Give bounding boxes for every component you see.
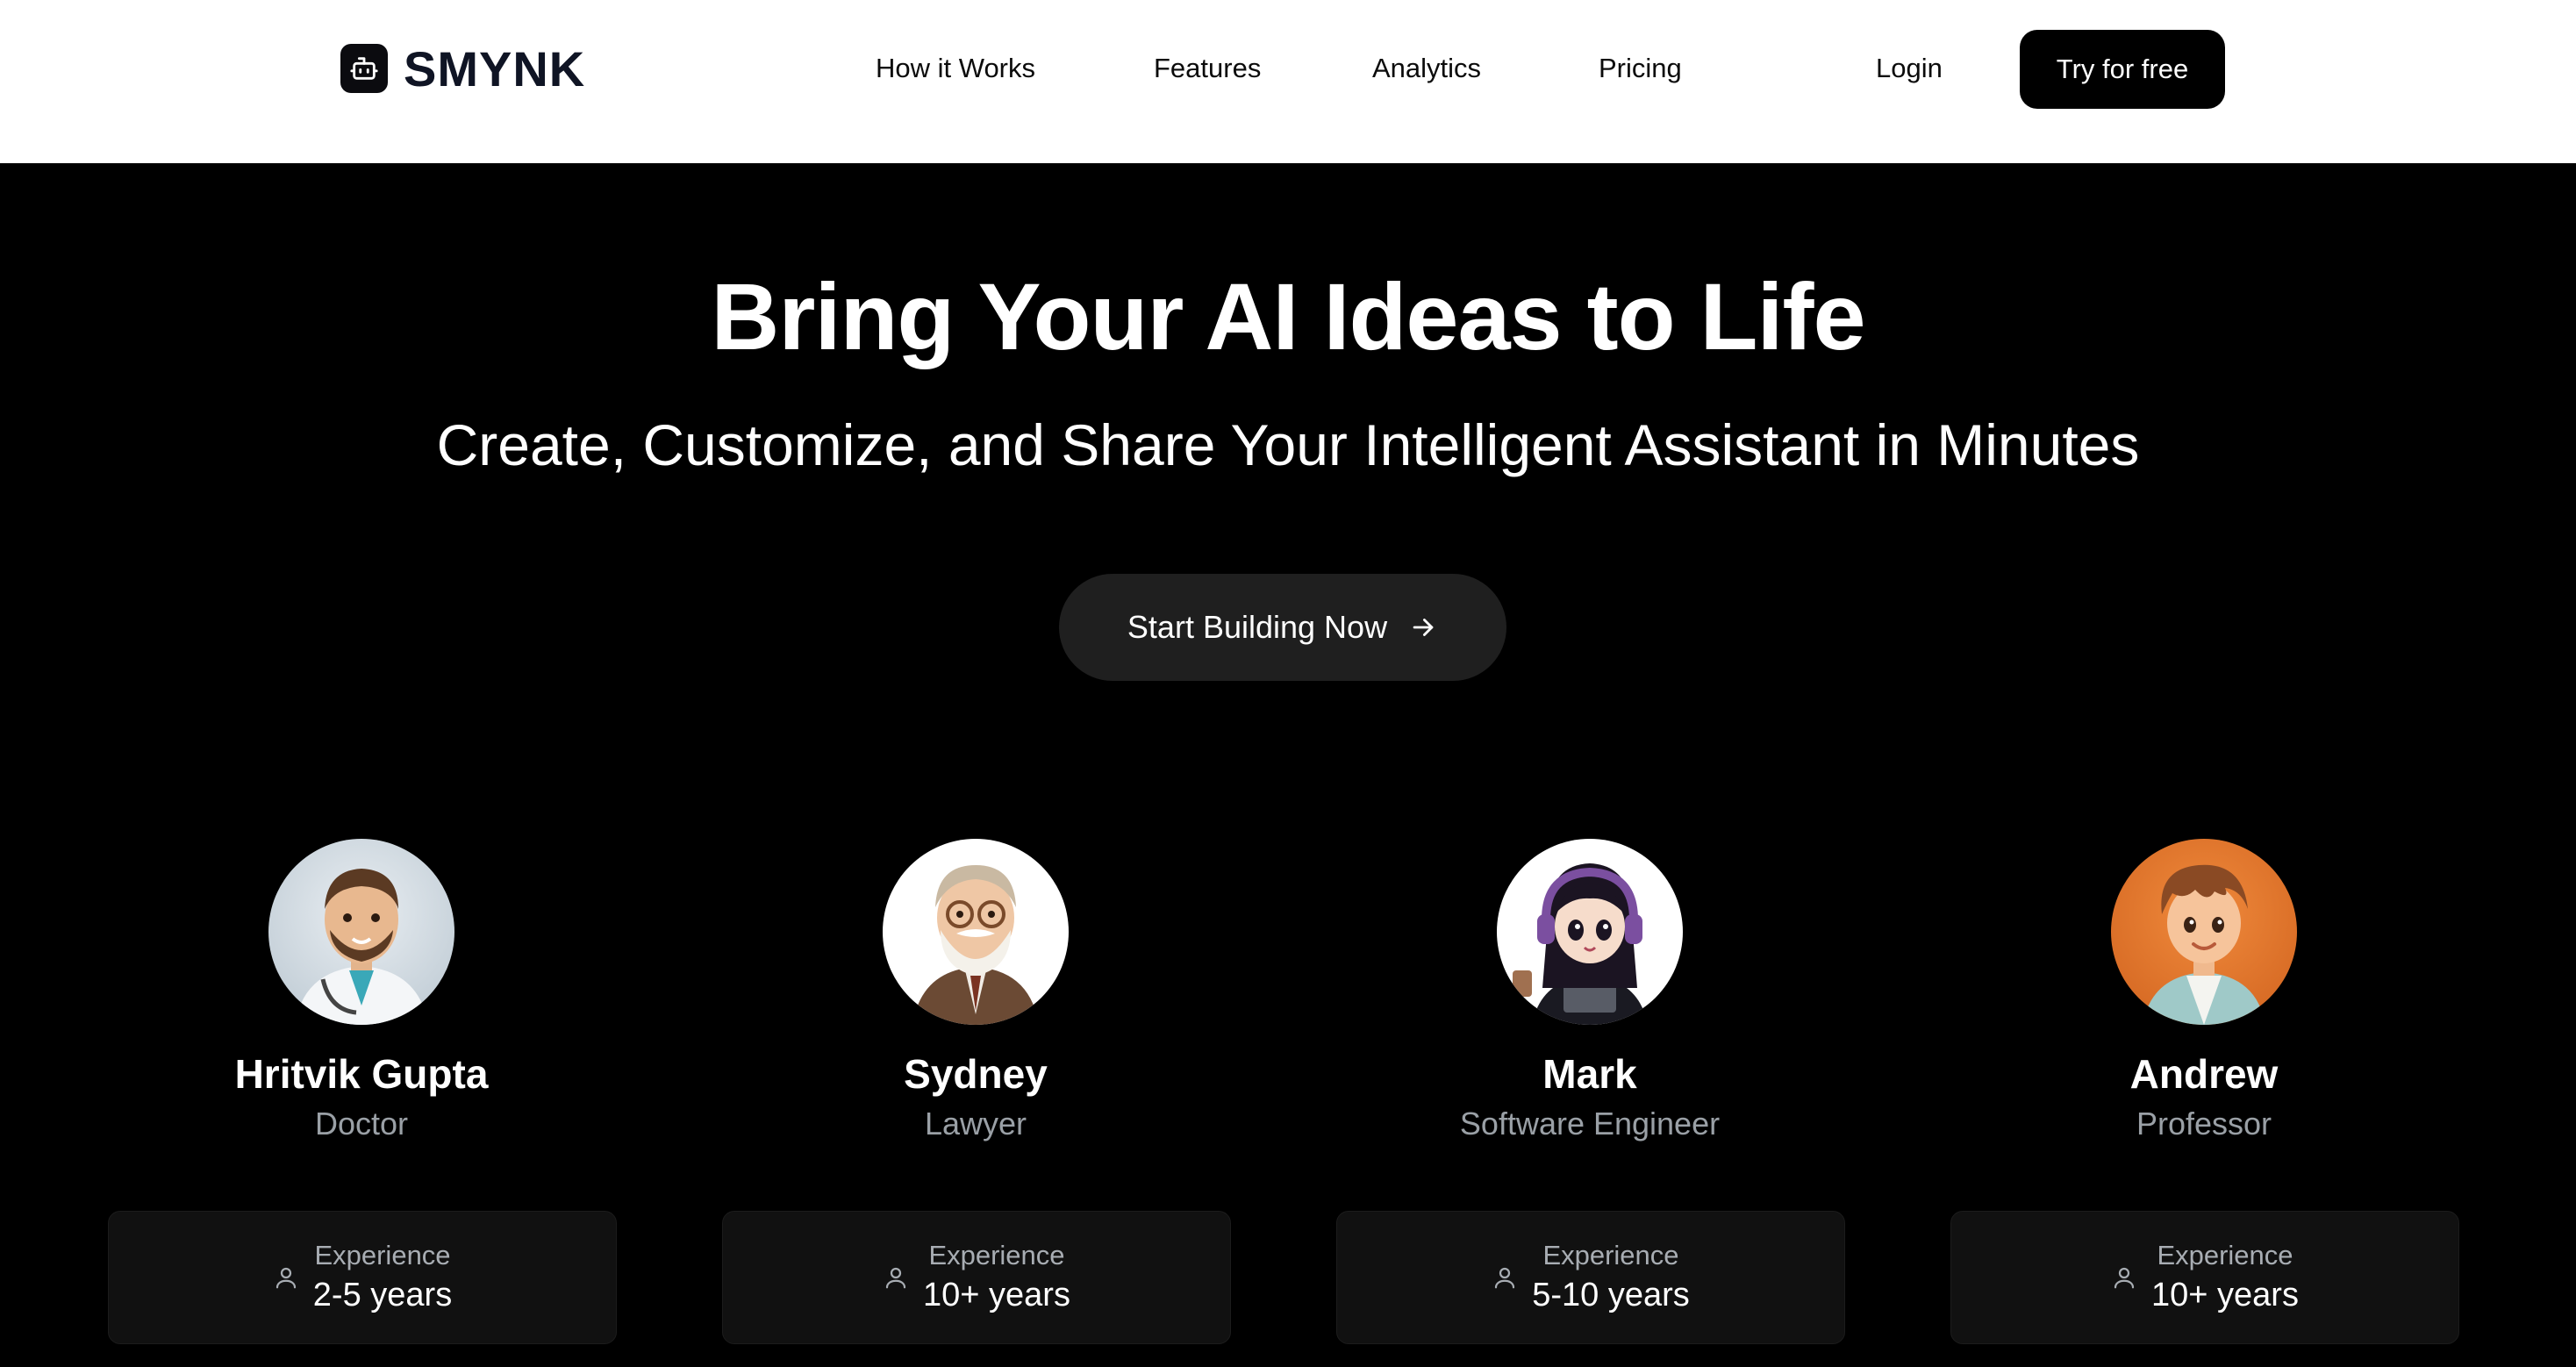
experience-label: Experience xyxy=(314,1240,451,1270)
user-icon xyxy=(273,1263,299,1292)
user-icon xyxy=(2111,1263,2137,1292)
start-building-button[interactable]: Start Building Now xyxy=(1059,574,1506,681)
assistant-name: Mark xyxy=(1542,1051,1637,1097)
experience-label: Experience xyxy=(1542,1240,1679,1270)
top-navbar: SMYNK How it Works Features Analytics Pr… xyxy=(0,0,2576,163)
login-link[interactable]: Login xyxy=(1876,49,1943,88)
avatar xyxy=(883,839,1069,1025)
brand-logo[interactable]: SMYNK xyxy=(340,41,585,97)
user-icon xyxy=(1492,1263,1518,1292)
assistant-name: Sydney xyxy=(904,1051,1048,1097)
nav-analytics[interactable]: Analytics xyxy=(1372,49,1481,88)
experience-label: Experience xyxy=(928,1240,1065,1270)
experience-value: 2-5 years xyxy=(312,1277,453,1313)
experience-value: 10+ years xyxy=(2151,1277,2299,1313)
assistant-name: Hritvik Gupta xyxy=(234,1051,489,1097)
experience-card: Experience 10+ years xyxy=(1950,1211,2459,1344)
nav-features[interactable]: Features xyxy=(1154,49,1261,88)
experience-value: 5-10 years xyxy=(1532,1277,1690,1313)
arrow-right-icon xyxy=(1408,612,1438,642)
brand-name: SMYNK xyxy=(404,40,586,97)
nav-how-it-works[interactable]: How it Works xyxy=(876,49,1035,88)
assistant-role: Lawyer xyxy=(924,1106,1027,1142)
nav-pricing[interactable]: Pricing xyxy=(1599,49,1682,88)
experience-value: 10+ years xyxy=(923,1277,1070,1313)
assistant-card-software-engineer[interactable]: Mark Software Engineer xyxy=(1335,839,1844,1146)
assistant-card-professor[interactable]: Andrew Professor xyxy=(1950,839,2458,1146)
avatar xyxy=(1497,839,1683,1025)
experience-label: Experience xyxy=(2157,1240,2293,1270)
assistant-card-doctor[interactable]: Hritvik Gupta Doctor xyxy=(107,839,616,1146)
user-icon xyxy=(883,1263,909,1292)
experience-card: Experience 5-10 years xyxy=(1336,1211,1845,1344)
experience-card: Experience 10+ years xyxy=(722,1211,1231,1344)
avatar xyxy=(268,839,454,1025)
assistant-card-lawyer[interactable]: Sydney Lawyer xyxy=(721,839,1230,1146)
hero-title: Bring Your AI Ideas to Life xyxy=(711,263,1865,369)
assistant-role: Software Engineer xyxy=(1459,1106,1721,1142)
assistant-name: Andrew xyxy=(2129,1051,2279,1097)
bot-logo-icon xyxy=(340,44,388,93)
try-for-free-button[interactable]: Try for free xyxy=(2020,30,2225,109)
experience-card: Experience 2-5 years xyxy=(108,1211,617,1344)
start-building-label: Start Building Now xyxy=(1127,609,1388,645)
hero-subtitle: Create, Customize, and Share Your Intell… xyxy=(436,412,2140,477)
assistant-role: Professor xyxy=(2136,1106,2272,1142)
avatar xyxy=(2111,839,2297,1025)
assistant-role: Doctor xyxy=(314,1106,409,1142)
